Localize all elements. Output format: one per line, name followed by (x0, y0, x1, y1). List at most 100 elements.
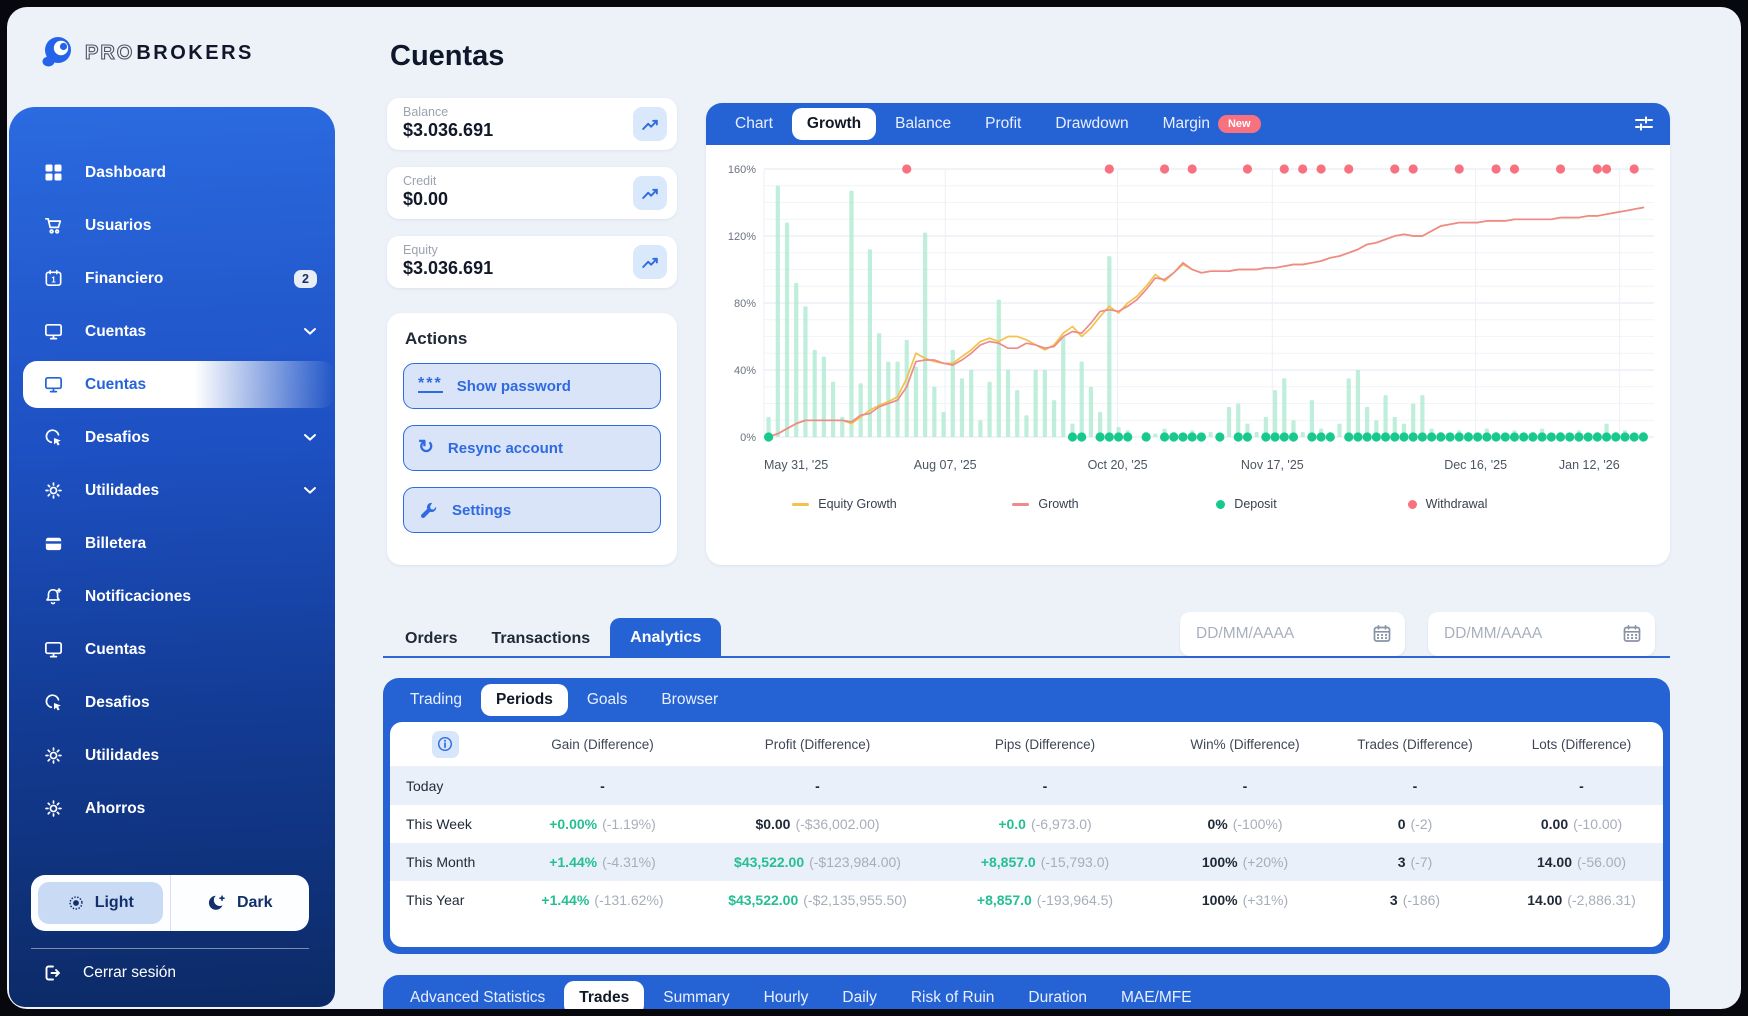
chevron-down-icon (303, 327, 317, 336)
filter-tab-transactions[interactable]: Transactions (477, 620, 604, 658)
value-cell: - (930, 778, 1160, 794)
cell-main-value: +1.44% (549, 854, 597, 870)
sidebar-item-cuentas[interactable]: Cuentas (23, 361, 335, 408)
filter-tab-analytics[interactable]: Analytics (610, 618, 721, 658)
cell-main-value: 100% (1202, 892, 1238, 908)
trend-up-icon[interactable] (633, 107, 667, 141)
theme-dark-button[interactable]: Dark (171, 875, 310, 931)
sidebar-item-notificaciones[interactable]: Notificaciones (9, 573, 335, 620)
legend-swatch (1408, 500, 1417, 509)
bottom-tab-hourly[interactable]: Hourly (749, 981, 824, 1009)
svg-text:120%: 120% (728, 231, 756, 243)
resync-account-button[interactable]: ↻Resync account (403, 425, 661, 471)
tab-label: Goals (587, 691, 628, 709)
growth-chart: 0%40%80%120%160%May 31, '25Aug 07, '25Oc… (718, 155, 1658, 485)
app-canvas: PRO BROKERS Dashboard Usuarios 1Financiero… (7, 7, 1741, 1009)
date-to-field[interactable] (1428, 612, 1655, 656)
cell-main-value: 3 (1398, 854, 1406, 870)
tab-label: Trades (579, 989, 629, 1007)
analytics-tab-trading[interactable]: Trading (395, 684, 477, 716)
cell-diff-value: (-131.62%) (594, 892, 663, 908)
table-header-row: Gain (Difference)Profit (Difference)Pips… (390, 722, 1663, 767)
cell-diff-value: (-193,964.5) (1037, 892, 1113, 908)
filter-tab-orders[interactable]: Orders (391, 620, 471, 658)
chart-tab-margin[interactable]: MarginNew (1148, 108, 1276, 140)
bottom-tab-daily[interactable]: Daily (827, 981, 891, 1009)
bottom-tab-mae-mfe[interactable]: MAE/MFE (1106, 981, 1207, 1009)
probrokers-logo[interactable]: PRO BROKERS (37, 33, 254, 73)
gear-icon (41, 798, 65, 819)
sidebar-item-financiero[interactable]: 1Financiero2 (9, 255, 335, 302)
svg-text:Jan 12, '26: Jan 12, '26 (1559, 458, 1620, 472)
theme-light-label: Light (95, 894, 134, 912)
svg-text:40%: 40% (734, 365, 756, 377)
bottom-tab-risk-of-ruin[interactable]: Risk of Ruin (896, 981, 1010, 1009)
chart-tab-balance[interactable]: Balance (880, 108, 966, 140)
column-header: Lots (Difference) (1500, 737, 1663, 752)
trend-up-icon[interactable] (633, 176, 667, 210)
cell-diff-value: (-$36,002.00) (795, 816, 879, 832)
date-from-field[interactable] (1180, 612, 1405, 656)
stat-card-label: Equity (403, 243, 665, 257)
cell-diff-value: (-6,973.0) (1031, 816, 1092, 832)
stat-card-label: Balance (403, 105, 665, 119)
cell-main-value: +8,857.0 (977, 892, 1032, 908)
analytics-tab-periods[interactable]: Periods (481, 684, 568, 716)
info-icon[interactable] (432, 731, 459, 758)
bottom-tab-duration[interactable]: Duration (1013, 981, 1102, 1009)
cell-diff-value: (-186) (1403, 892, 1440, 908)
analytics-tab-goals[interactable]: Goals (572, 684, 643, 716)
row-label: This Month (390, 854, 500, 870)
logout-button[interactable]: Cerrar sesión (41, 953, 176, 993)
sidebar-item-desafios[interactable]: Desafios (9, 679, 335, 726)
legend-label: Growth (1038, 497, 1078, 511)
click-icon (41, 427, 65, 448)
sidebar-item-dashboard[interactable]: Dashboard (9, 149, 335, 196)
cell-diff-value: (-56.00) (1577, 854, 1626, 870)
stat-card-value: $0.00 (403, 189, 665, 210)
cell-main-value: - (1243, 778, 1248, 794)
value-cell: $43,522.00(-$2,135,955.50) (705, 892, 930, 908)
show-password-button[interactable]: ***Show password (403, 363, 661, 409)
bottom-tab-trades[interactable]: Trades (564, 981, 644, 1009)
bell-icon (41, 586, 65, 607)
bottom-tab-advanced-statistics[interactable]: Advanced Statistics (395, 981, 560, 1009)
value-cell: +1.44%(-131.62%) (500, 892, 705, 908)
bottom-tab-summary[interactable]: Summary (648, 981, 744, 1009)
sidebar-item-utilidades[interactable]: Utilidades (9, 467, 335, 514)
date-to-input[interactable] (1442, 624, 1621, 644)
sidebar-item-label: Notificaciones (85, 588, 191, 606)
sidebar-item-cuentas[interactable]: Cuentas (9, 308, 335, 355)
sidebar-item-utilidades[interactable]: Utilidades (9, 732, 335, 779)
sidebar-item-billetera[interactable]: Billetera (9, 520, 335, 567)
cell-main-value: - (1579, 778, 1584, 794)
chart-tab-growth[interactable]: Growth (792, 108, 876, 140)
date-from-input[interactable] (1194, 624, 1371, 644)
analytics-tab-browser[interactable]: Browser (646, 684, 733, 716)
chart-tab-chart[interactable]: Chart (720, 108, 788, 140)
svg-text:160%: 160% (728, 164, 756, 176)
chart-settings-sliders-icon[interactable] (1632, 112, 1656, 136)
stat-card-equity: Equity$3.036.691 (387, 236, 677, 288)
trend-up-icon[interactable] (633, 245, 667, 279)
sidebar-item-usuarios[interactable]: Usuarios (9, 202, 335, 249)
actions-card: Actions ***Show password↻Resync accountS… (387, 313, 677, 565)
gear-icon (41, 480, 65, 501)
logout-label: Cerrar sesión (83, 964, 176, 982)
settings-button[interactable]: Settings (403, 487, 661, 533)
calendar-icon[interactable] (1621, 623, 1643, 645)
chart-tab-drawdown[interactable]: Drawdown (1040, 108, 1143, 140)
sidebar-item-desafios[interactable]: Desafios (9, 414, 335, 461)
value-cell: +0.0(-6,973.0) (930, 816, 1160, 832)
cell-main-value: 0% (1207, 816, 1227, 832)
sidebar-item-ahorros[interactable]: Ahorros (9, 785, 335, 832)
tab-label: Margin (1163, 115, 1210, 133)
calendar-icon[interactable] (1371, 623, 1393, 645)
sidebar-item-label: Billetera (85, 535, 146, 553)
cell-main-value: +0.00% (549, 816, 597, 832)
filter-row: OrdersTransactionsAnalytics (383, 612, 1670, 658)
sidebar-item-cuentas[interactable]: Cuentas (9, 626, 335, 673)
chart-tab-profit[interactable]: Profit (970, 108, 1036, 140)
table-row-today: Today------ (390, 767, 1663, 805)
theme-light-button[interactable]: Light (31, 875, 171, 931)
